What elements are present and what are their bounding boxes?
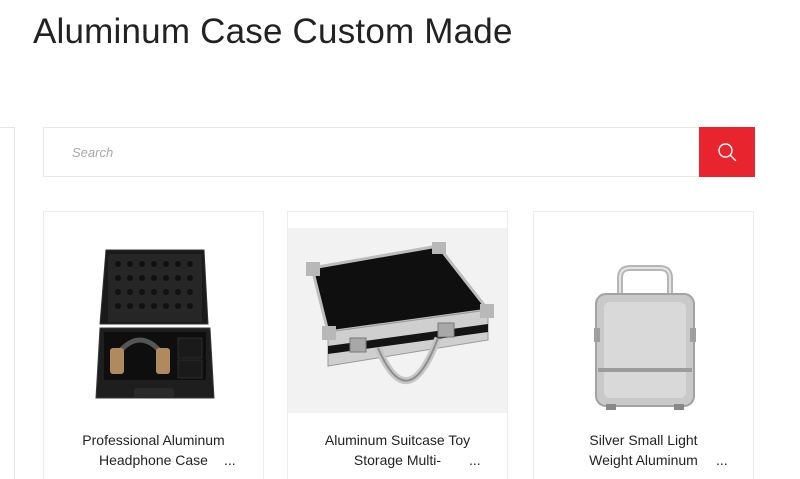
title-ellipsis: ... bbox=[469, 452, 481, 468]
sidebar-panel-edge bbox=[0, 127, 15, 479]
search-bar bbox=[43, 127, 755, 177]
product-card-silver-case[interactable]: Silver Small Light Weight Aluminum ... bbox=[533, 211, 754, 479]
product-card-headphone-case[interactable]: Professional Aluminum Headphone Case ... bbox=[43, 211, 264, 479]
title-ellipsis: ... bbox=[716, 452, 728, 468]
black-headphone-case-image bbox=[95, 249, 215, 399]
product-title-line[interactable]: Aluminum Suitcase Toy bbox=[288, 430, 507, 450]
product-image[interactable] bbox=[534, 228, 753, 413]
product-title-line[interactable]: Silver Small Light bbox=[534, 430, 753, 450]
page-title: Aluminum Case Custom Made bbox=[33, 12, 513, 51]
title-ellipsis: ... bbox=[224, 452, 236, 468]
search-icon bbox=[718, 143, 737, 162]
product-image[interactable] bbox=[44, 228, 263, 413]
search-input[interactable] bbox=[44, 128, 700, 176]
product-title-line[interactable]: Professional Aluminum bbox=[44, 430, 263, 450]
black-aluminum-suitcase-image bbox=[306, 242, 494, 384]
product-card-aluminum-suitcase[interactable]: Aluminum Suitcase Toy Storage Multi- ... bbox=[287, 211, 508, 479]
product-image[interactable] bbox=[288, 228, 507, 413]
search-button[interactable] bbox=[699, 127, 755, 177]
silver-small-case-image bbox=[594, 265, 696, 410]
